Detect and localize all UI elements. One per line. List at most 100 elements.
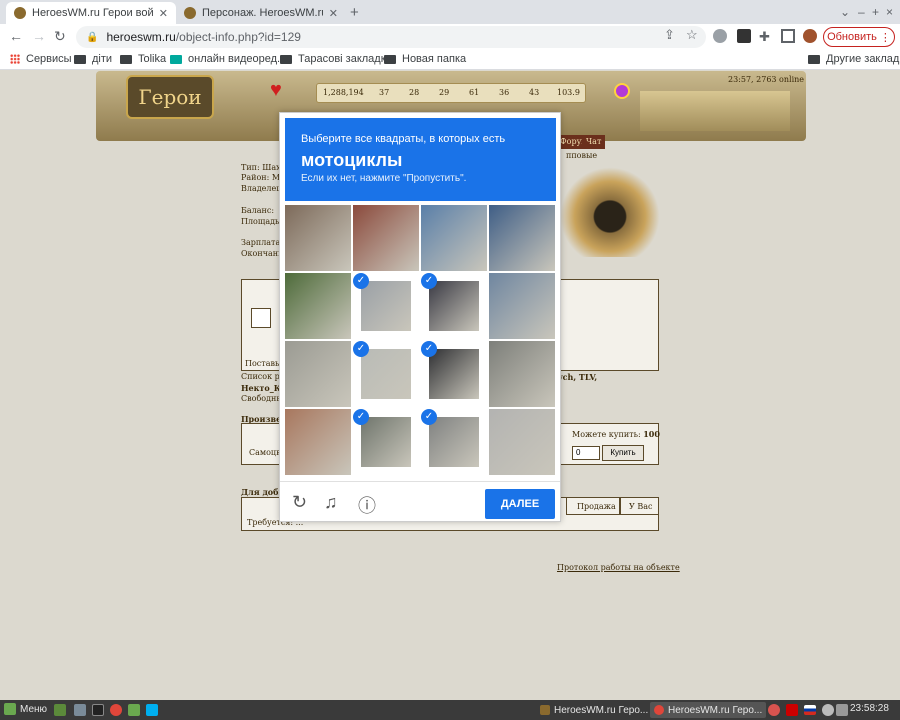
potion-icon[interactable]: [614, 83, 630, 99]
captcha-tile[interactable]: [421, 205, 487, 271]
tab-heroeswm-2[interactable]: Персонаж. HeroesWM.ru Герои... ✕: [176, 2, 346, 24]
bookmark-label: Сервисы: [26, 53, 72, 65]
apps-grid-icon: [10, 54, 20, 64]
captcha-tile[interactable]: ✓: [353, 273, 419, 339]
sulfur-value: 61: [469, 88, 480, 97]
bookmark-folder-other[interactable]: Другие закладки: [808, 53, 900, 65]
maximize-icon[interactable]: +: [872, 5, 879, 19]
bookmark-folder-kids[interactable]: діти: [74, 53, 112, 65]
extensions-puzzle-icon[interactable]: ✚: [759, 29, 773, 44]
share-icon[interactable]: ⇪: [664, 27, 675, 43]
captcha-tile[interactable]: ✓: [421, 273, 487, 339]
castle-art: [640, 91, 790, 131]
update-button[interactable]: Обновить ⋮: [823, 27, 895, 47]
url-path: /object-info.php?id=129: [175, 30, 301, 44]
url-host: heroeswm.ru: [106, 30, 176, 44]
bookmark-label: Новая папка: [402, 53, 467, 65]
tray-app-icon[interactable]: [768, 704, 780, 716]
skype-icon[interactable]: [146, 704, 158, 716]
bookmark-video-editor[interactable]: онлайн видеоред...: [170, 53, 286, 65]
tray-shield-icon[interactable]: [786, 704, 798, 716]
browser-toolbar: ← → ↻ 🔒 heroeswm.ru/object-info.php?id=1…: [0, 24, 900, 50]
protocol-link[interactable]: Протокол работы на объекте: [557, 563, 680, 572]
extension-badge-icon[interactable]: [737, 29, 751, 43]
back-icon[interactable]: ←: [9, 28, 23, 44]
taskbar-window-2[interactable]: HeroesWM.ru Геро...: [650, 702, 767, 718]
captcha-tile-image: [489, 409, 555, 475]
folder-icon: [280, 54, 292, 64]
recaptcha-dialog: Выберите все квадраты, в которых есть мо…: [279, 112, 561, 522]
user-icon[interactable]: [822, 704, 834, 716]
captcha-tile[interactable]: [489, 341, 555, 407]
chrome-icon[interactable]: [110, 704, 122, 716]
network-icon[interactable]: [836, 704, 848, 716]
info-icon[interactable]: ⓘ: [358, 492, 376, 518]
have-column-header: У Вас: [620, 497, 659, 515]
online-counter: 23:57, 2763 online: [728, 75, 805, 84]
bookmark-label: онлайн видеоред...: [188, 53, 287, 65]
side-panel-icon[interactable]: [781, 29, 795, 43]
bookmark-star-icon[interactable]: ☆: [686, 27, 698, 43]
clock[interactable]: 23:58:28: [850, 703, 889, 714]
os-taskbar: Меню HeroesWM.ru Геро... HeroesWM.ru Гер…: [0, 700, 900, 720]
captcha-tile[interactable]: ✓: [421, 409, 487, 475]
next-button[interactable]: ДАЛЕЕ: [485, 489, 555, 519]
keyboard-layout-icon[interactable]: [804, 705, 816, 715]
checkmark-icon: ✓: [353, 341, 369, 357]
close-window-icon[interactable]: ×: [886, 5, 893, 19]
captcha-tile-image: [353, 205, 419, 271]
reload-icon[interactable]: ↻: [292, 492, 307, 513]
taskbar-window-1[interactable]: HeroesWM.ru Геро...: [536, 702, 652, 718]
captcha-tile[interactable]: [489, 409, 555, 475]
captcha-tile[interactable]: [489, 205, 555, 271]
captcha-tile[interactable]: ✓: [353, 409, 419, 475]
show-desktop-icon[interactable]: [54, 704, 66, 716]
captcha-tile[interactable]: [285, 205, 351, 271]
captcha-tile[interactable]: [285, 341, 351, 407]
close-tab-icon[interactable]: ✕: [159, 7, 168, 20]
profile-avatar[interactable]: [803, 29, 817, 43]
bookmark-folder-new[interactable]: Новая папка: [384, 53, 466, 65]
bookmark-folder-tolika[interactable]: Tolika: [120, 53, 166, 65]
start-menu-button[interactable]: Меню: [4, 703, 47, 715]
terminal-icon[interactable]: [92, 704, 104, 716]
diamonds-value: 103.9: [557, 88, 580, 97]
captcha-tile[interactable]: [285, 409, 351, 475]
bookmark-label: Другие закладки: [826, 53, 900, 65]
file-manager-icon[interactable]: [74, 704, 86, 716]
captcha-tile[interactable]: [489, 273, 555, 339]
tab-heroeswm-1[interactable]: HeroesWM.ru Герои войны и ... ✕: [6, 2, 176, 24]
captcha-tile[interactable]: ✓: [421, 341, 487, 407]
captcha-tile[interactable]: ✓: [353, 341, 419, 407]
extension-globe-icon[interactable]: [713, 29, 727, 43]
heroes-favicon: [14, 7, 26, 19]
audio-icon[interactable]: ♫: [324, 492, 338, 513]
captcha-footer: ↻ ♫ ⓘ ДАЛЕЕ: [280, 481, 560, 521]
minimize-icon[interactable]: –: [858, 5, 865, 19]
captcha-tile-image: [421, 205, 487, 271]
supply-checkbox[interactable]: [251, 308, 271, 328]
bookmark-services[interactable]: Сервисы: [10, 53, 72, 65]
tab-search-icon[interactable]: ⌄: [840, 5, 850, 19]
game-logo[interactable]: Герои: [126, 75, 214, 119]
folder-app-icon[interactable]: [128, 704, 140, 716]
ore-value: 28: [409, 88, 420, 97]
new-tab-icon[interactable]: +: [350, 4, 359, 21]
captcha-tile[interactable]: [353, 205, 419, 271]
window-title: HeroesWM.ru Геро...: [554, 704, 649, 716]
forward-icon[interactable]: →: [32, 28, 46, 44]
captcha-tile-image: [285, 273, 351, 339]
captcha-tile-image: [489, 205, 555, 271]
buy-button[interactable]: Купить: [602, 445, 644, 461]
reload-page-icon[interactable]: ↻: [54, 28, 66, 45]
address-bar[interactable]: 🔒 heroeswm.ru/object-info.php?id=129: [76, 26, 706, 48]
captcha-header: Выберите все квадраты, в которых есть мо…: [285, 118, 556, 201]
bookmark-folder-taras[interactable]: Тарасові закладки: [280, 53, 392, 65]
buy-quantity-input[interactable]: 0: [572, 446, 600, 460]
menu-label: Меню: [20, 703, 48, 715]
nav-chat[interactable]: Чат: [582, 135, 606, 149]
tab-bar: HeroesWM.ru Герои войны и ... ✕ Персонаж…: [0, 0, 900, 24]
captcha-tile[interactable]: [285, 273, 351, 339]
close-tab-icon[interactable]: ✕: [329, 7, 338, 20]
bookmarks-bar: Сервисы діти Tolika онлайн видеоред... Т…: [0, 50, 900, 70]
